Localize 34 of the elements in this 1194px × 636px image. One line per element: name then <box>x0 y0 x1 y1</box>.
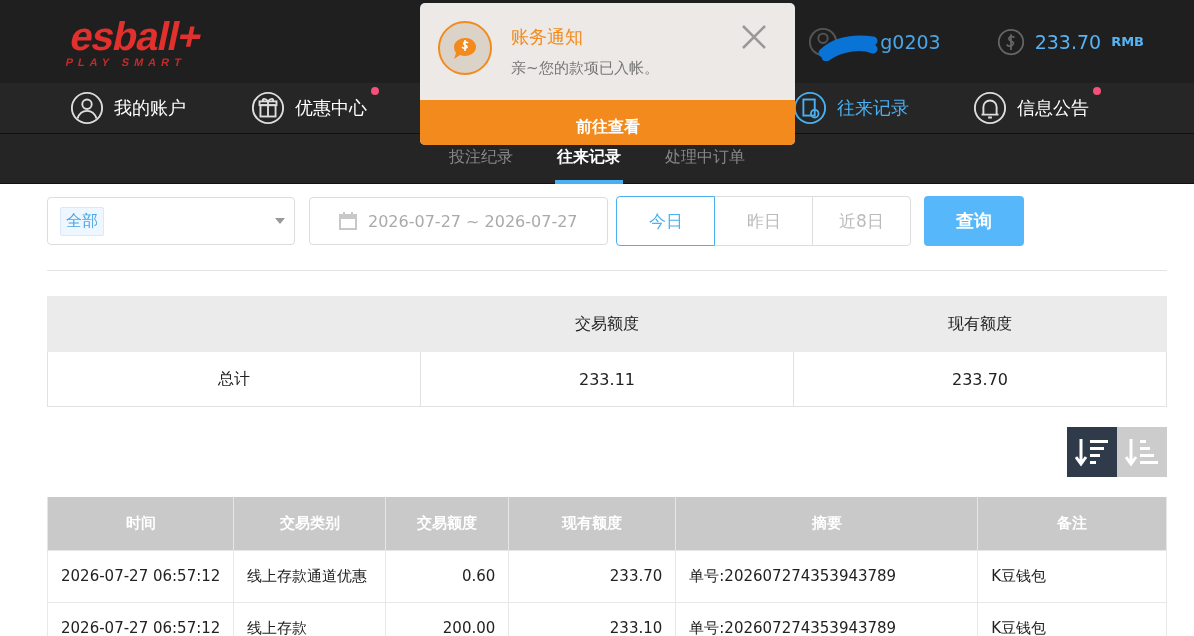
nav-item[interactable]: 我的账户 <box>70 91 186 125</box>
logo-tagline: PLAY SMART <box>64 55 189 68</box>
balance-amount: 233.70 <box>1034 30 1102 53</box>
column-header: 交易额度 <box>575 313 639 333</box>
table-cell: K豆钱包 <box>991 567 1047 585</box>
table-cell: 2026-07-27 06:57:12 <box>61 619 221 636</box>
notification-title: 账务通知 <box>511 25 584 49</box>
username[interactable]: g0203 <box>880 30 941 53</box>
column-header: 现有额度 <box>948 313 1012 333</box>
table-cell: 233.10 <box>609 619 663 636</box>
table-cell: 单号:202607274353943789 <box>689 619 897 636</box>
table-cell: 总计 <box>218 368 250 388</box>
period-button[interactable]: 今日 <box>616 196 715 246</box>
logo-wordmark: esball+ <box>67 15 206 56</box>
logo[interactable]: esball+ PLAY SMART <box>64 15 206 68</box>
notification-message: 亲~您的款项已入帐。 <box>511 59 660 78</box>
table-cell: 0.60 <box>461 567 496 585</box>
table-cell: 线上存款 <box>247 619 308 636</box>
date-range-field[interactable]: 2026-07-27 ~ 2026-07-27 <box>309 197 608 245</box>
type-select[interactable]: 全部 <box>47 197 295 245</box>
table-cell: 233.70 <box>952 369 1008 389</box>
table-cell: K豆钱包 <box>991 619 1047 636</box>
nav-item[interactable]: 优惠中心 <box>250 91 367 125</box>
table-cell: 2026-07-27 06:57:12 <box>61 567 221 585</box>
table-cell: 单号:202607274353943789 <box>689 567 897 585</box>
nav-item[interactable]: 往来记录 <box>792 91 909 125</box>
table-cell: 200.00 <box>442 619 496 636</box>
nav-item[interactable]: 信息公告 <box>973 91 1090 125</box>
table-cell: 233.70 <box>609 567 663 585</box>
view-button[interactable]: 前往查看 <box>420 100 795 145</box>
table-cell: 233.11 <box>579 369 635 389</box>
table-cell: 线上存款通道优惠 <box>247 567 368 585</box>
currency-label: RMB <box>1111 34 1144 49</box>
selected-tag: 全部 <box>60 206 104 236</box>
